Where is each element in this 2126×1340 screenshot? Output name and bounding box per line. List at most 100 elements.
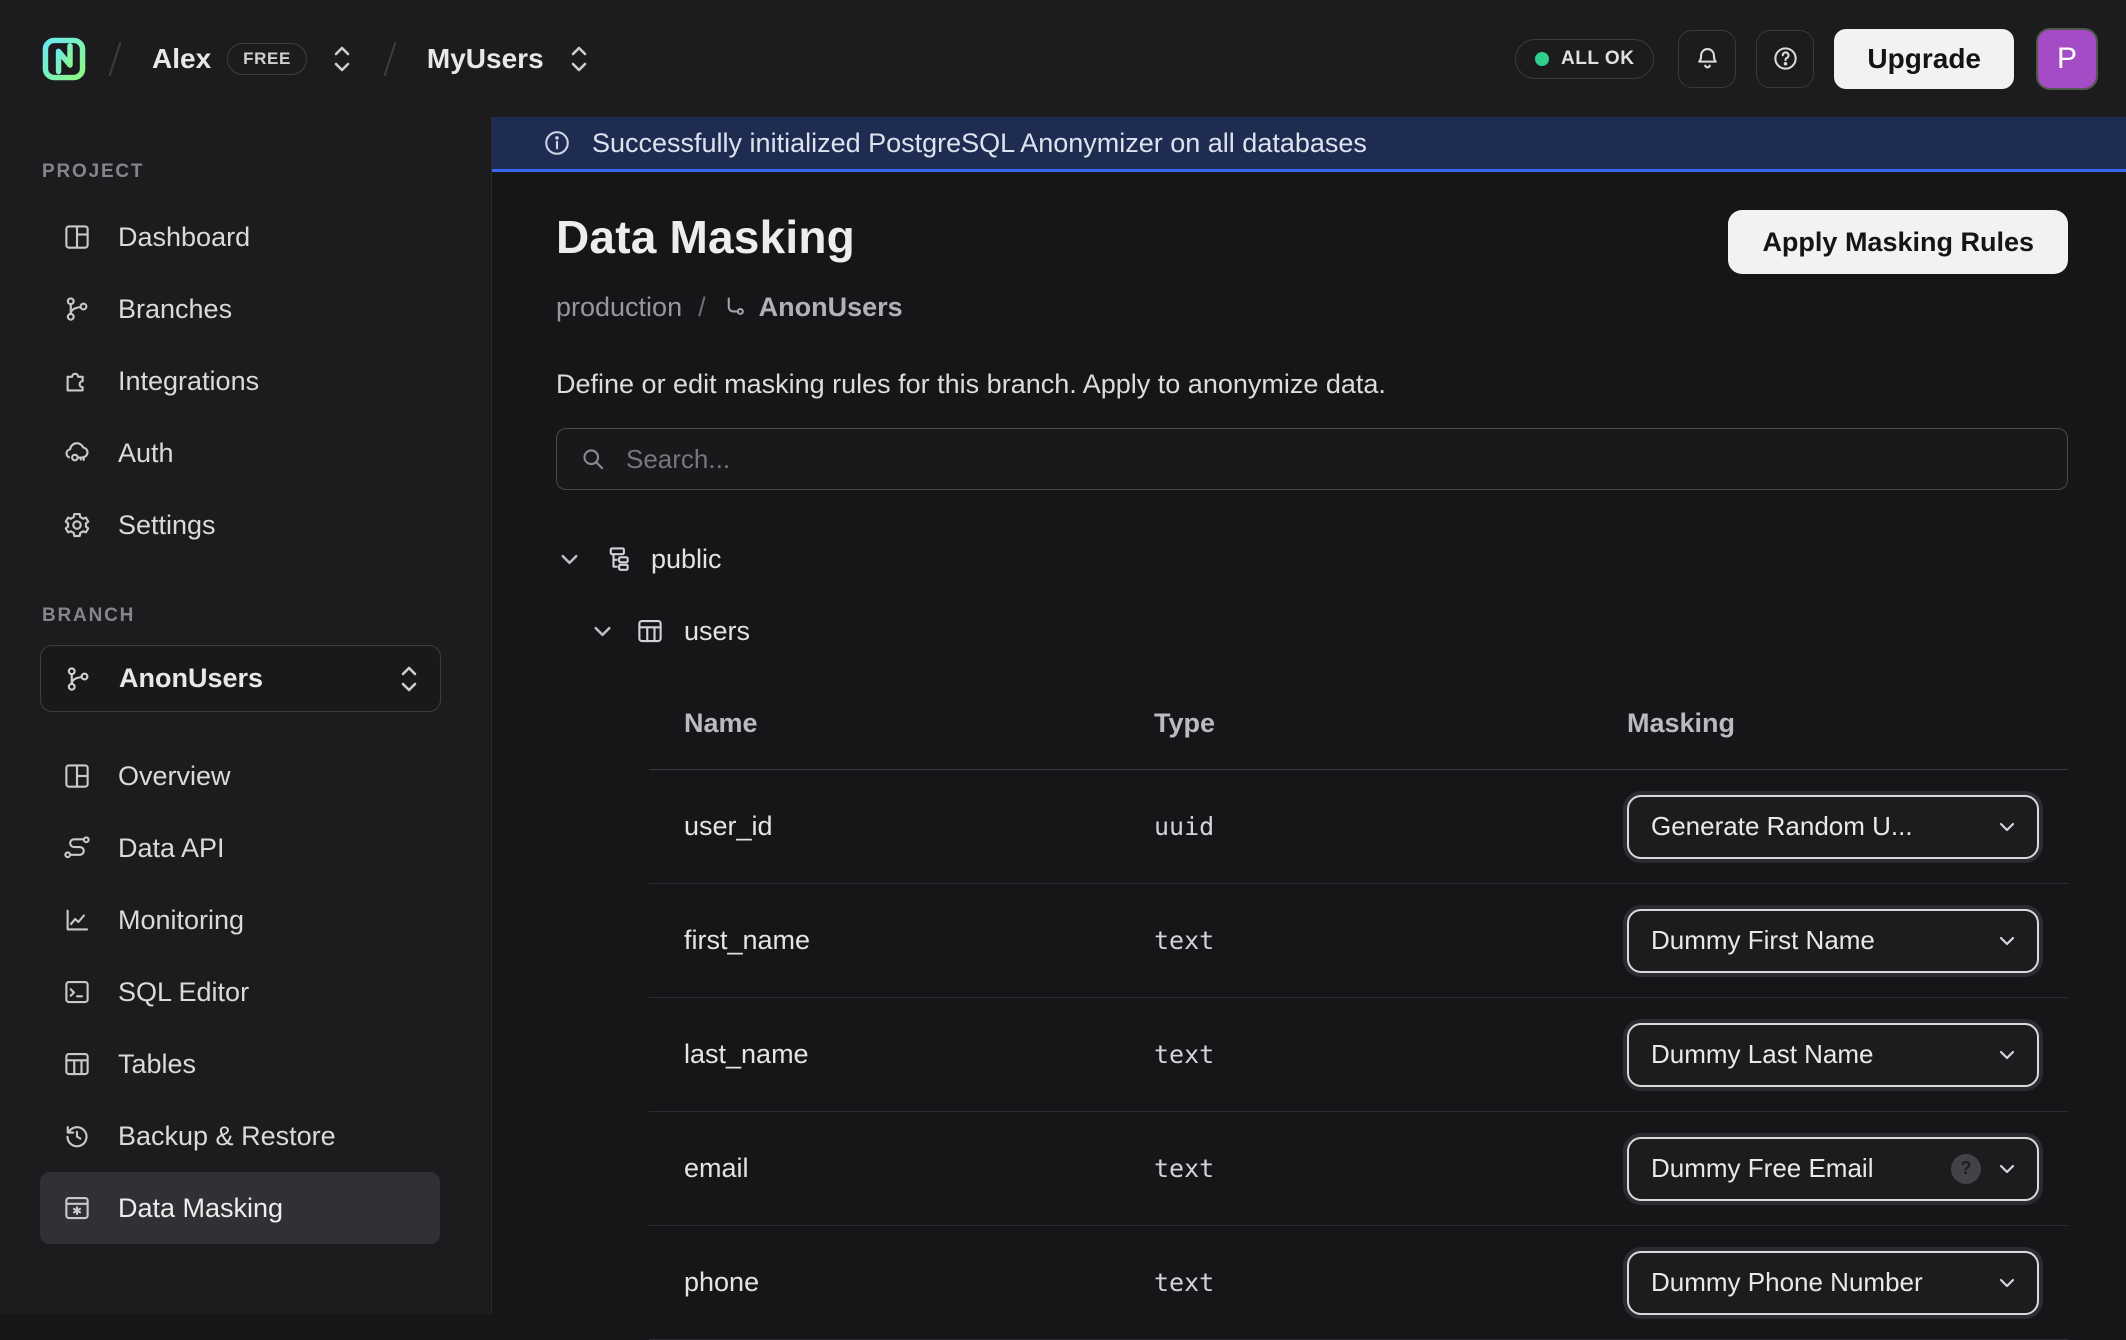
column-header-masking: Masking [1627, 708, 2068, 739]
help-badge[interactable]: ? [1951, 1154, 1981, 1184]
bell-icon [1693, 44, 1722, 73]
upgrade-button[interactable]: Upgrade [1834, 29, 2014, 89]
sidebar-item-label: Backup & Restore [118, 1121, 336, 1152]
info-icon [542, 128, 572, 158]
integrations-icon [62, 366, 92, 396]
topbar: Alex FREE MyUsers ALL OK Upgrade P [0, 0, 2126, 117]
chevron-updown-icon [568, 43, 590, 75]
body-row: PROJECT Dashboard Branches Integrations [0, 117, 2126, 1314]
sidebar-item-label: SQL Editor [118, 977, 249, 1008]
avatar[interactable]: P [2036, 28, 2098, 90]
sidebar-item-tables[interactable]: Tables [40, 1028, 440, 1100]
status-pill[interactable]: ALL OK [1515, 39, 1654, 79]
masking-select[interactable]: Dummy Last Name [1627, 1023, 2039, 1087]
child-branch-icon [722, 294, 749, 321]
sidebar-item-backup-restore[interactable]: Backup & Restore [40, 1100, 440, 1172]
topbar-divider [108, 41, 121, 76]
masking-select[interactable]: Dummy First Name [1627, 909, 2039, 973]
masking-select-value: Dummy Free Email [1651, 1153, 1937, 1184]
page-header: Data Masking Apply Masking Rules [556, 210, 2068, 274]
chevron-down-icon [589, 618, 616, 645]
data-masking-icon [62, 1193, 92, 1223]
sidebar-item-label: Auth [118, 438, 174, 469]
breadcrumb-parent[interactable]: production [556, 292, 682, 323]
masking-select[interactable]: Dummy Phone Number [1627, 1251, 2039, 1315]
sidebar-item-overview[interactable]: Overview [40, 740, 440, 812]
column-header-type: Type [1154, 708, 1627, 739]
sidebar: PROJECT Dashboard Branches Integrations [0, 117, 492, 1314]
main-panel: Successfully initialized PostgreSQL Anon… [492, 117, 2126, 1314]
masking-select[interactable]: Generate Random U... [1627, 795, 2039, 859]
breadcrumb: production / AnonUsers [556, 292, 2068, 323]
chevron-updown-icon [398, 663, 420, 695]
sidebar-item-label: Integrations [118, 366, 259, 397]
column-type: text [1154, 1154, 1627, 1183]
table-row: last_name text Dummy Last Name [649, 998, 2068, 1112]
history-icon [62, 1121, 92, 1151]
sidebar-item-settings[interactable]: Settings [40, 489, 440, 561]
branch-selector[interactable]: AnonUsers [40, 645, 441, 712]
help-button[interactable] [1756, 30, 1814, 88]
column-name: last_name [684, 1039, 1154, 1070]
sidebar-item-auth[interactable]: Auth [40, 417, 440, 489]
schema-tree: public users [556, 536, 2068, 654]
banner-text: Successfully initialized PostgreSQL Anon… [592, 128, 1367, 159]
breadcrumb-branch[interactable]: AnonUsers [722, 292, 903, 323]
table-row: phone text Dummy Phone Number [649, 1226, 2068, 1340]
chevron-updown-icon [331, 43, 353, 75]
column-type: text [1154, 1268, 1627, 1297]
search-box [556, 428, 2068, 490]
sidebar-item-data-api[interactable]: Data API [40, 812, 440, 884]
masking-select-value: Dummy First Name [1651, 925, 1981, 956]
project-name: MyUsers [427, 43, 544, 75]
success-banner: Successfully initialized PostgreSQL Anon… [492, 117, 2126, 172]
sidebar-item-dashboard[interactable]: Dashboard [40, 201, 440, 273]
table-row: user_id uuid Generate Random U... [649, 770, 2068, 884]
apply-masking-rules-button[interactable]: Apply Masking Rules [1728, 210, 2068, 274]
table-header: Name Type Masking [649, 682, 2068, 770]
tree-node-schema[interactable]: public [556, 536, 2068, 582]
branch-items: Overview Data API Monitoring [0, 740, 491, 1244]
masking-select[interactable]: Dummy Free Email ? [1627, 1137, 2039, 1201]
page-description: Define or edit masking rules for this br… [556, 369, 2068, 400]
branch-selector-label: AnonUsers [119, 663, 364, 694]
gear-icon [62, 510, 92, 540]
page-title: Data Masking [556, 210, 855, 264]
masking-select-value: Dummy Last Name [1651, 1039, 1981, 1070]
column-name: first_name [684, 925, 1154, 956]
tree-table-label: users [684, 616, 750, 647]
notifications-button[interactable] [1678, 30, 1736, 88]
sidebar-item-data-masking[interactable]: Data Masking [40, 1172, 440, 1244]
breadcrumb-branch-label: AnonUsers [759, 292, 903, 323]
table-icon [635, 616, 665, 646]
search-input[interactable] [624, 443, 2045, 476]
columns-table: Name Type Masking user_id uuid Generate … [649, 682, 2068, 1340]
org-name: Alex [152, 43, 211, 75]
sidebar-item-branches[interactable]: Branches [40, 273, 440, 345]
column-type: text [1154, 1040, 1627, 1069]
sidebar-item-monitoring[interactable]: Monitoring [40, 884, 440, 956]
sidebar-item-label: Overview [118, 761, 231, 792]
column-name: email [684, 1153, 1154, 1184]
sidebar-item-sql-editor[interactable]: SQL Editor [40, 956, 440, 1028]
neon-logo[interactable] [40, 35, 88, 83]
org-switcher[interactable]: Alex FREE [142, 35, 363, 83]
sidebar-item-label: Settings [118, 510, 216, 541]
branch-icon [63, 664, 93, 694]
table-row: first_name text Dummy First Name [649, 884, 2068, 998]
column-header-name: Name [684, 708, 1154, 739]
column-name: phone [684, 1267, 1154, 1298]
page-content: Data Masking Apply Masking Rules product… [492, 210, 2126, 1340]
status-dot-icon [1535, 52, 1549, 66]
overview-icon [62, 761, 92, 791]
chevron-down-icon [1995, 1157, 2019, 1181]
column-type: text [1154, 926, 1627, 955]
chevron-down-icon [1995, 815, 2019, 839]
tree-node-table[interactable]: users [589, 608, 2068, 654]
sql-editor-icon [62, 977, 92, 1007]
project-switcher[interactable]: MyUsers [417, 35, 600, 83]
sidebar-section-branch: BRANCH [42, 605, 491, 627]
sidebar-item-integrations[interactable]: Integrations [40, 345, 440, 417]
search-icon [579, 445, 607, 473]
status-label: ALL OK [1561, 48, 1634, 70]
